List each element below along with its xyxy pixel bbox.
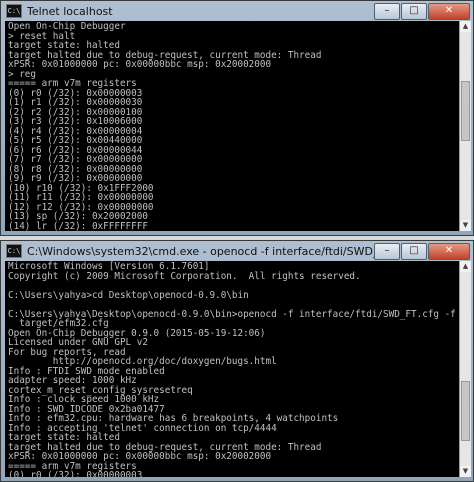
- console-line: (0) r0 (/32): 0x00000003: [8, 470, 143, 477]
- telnet-window-controls: – □ ✕: [374, 3, 470, 20]
- console-line: xPSR: 0x01000000 pc: 0x00000bbc msp: 0x2…: [8, 59, 272, 70]
- cmd-console-output[interactable]: Microsoft Windows [Version 6.1.7601] Copy…: [5, 261, 459, 477]
- cmd-window: C:\ C:\Windows\system32\cmd.exe - openoc…: [0, 240, 474, 482]
- telnet-console-output[interactable]: Open On-Chip Debugger > reset halt target …: [5, 21, 459, 231]
- cmd-titlebar[interactable]: C:\ C:\Windows\system32\cmd.exe - openoc…: [1, 241, 473, 261]
- maximize-button[interactable]: □: [401, 243, 427, 260]
- console-line: Copyright (c) 2009 Microsoft Corporation…: [8, 270, 361, 282]
- scrollbar-thumb[interactable]: [461, 81, 470, 141]
- cmd-window-title: C:\Windows\system32\cmd.exe - openocd -f…: [27, 244, 377, 258]
- close-button[interactable]: ✕: [428, 3, 470, 20]
- scroll-up-arrow-icon[interactable]: ▲: [460, 261, 471, 272]
- telnet-window-title: Telnet localhost: [27, 4, 113, 18]
- telnet-titlebar[interactable]: C:\ Telnet localhost – □ ✕: [1, 1, 473, 21]
- console-app-icon: C:\: [6, 244, 22, 258]
- minimize-button[interactable]: –: [374, 243, 400, 260]
- close-button[interactable]: ✕: [428, 243, 470, 260]
- console-line: Open On-Chip Debugger: [8, 21, 126, 32]
- maximize-button[interactable]: □: [401, 3, 427, 20]
- scroll-down-arrow-icon[interactable]: ▼: [460, 466, 471, 477]
- cmd-console-lines: Microsoft Windows [Version 6.1.7601] Copy…: [5, 261, 459, 477]
- scroll-up-arrow-icon[interactable]: ▲: [460, 21, 471, 32]
- telnet-scrollbar[interactable]: ▲ ▼: [459, 21, 471, 231]
- console-app-icon: C:\: [6, 4, 22, 18]
- scroll-down-arrow-icon[interactable]: ▼: [460, 220, 471, 231]
- telnet-console-lines: Open On-Chip Debugger > reset halt target …: [5, 21, 459, 231]
- scrollbar-thumb[interactable]: [461, 381, 470, 441]
- telnet-window: C:\ Telnet localhost – □ ✕ Open On-Chip …: [0, 0, 474, 236]
- cmd-window-controls: – □ ✕: [374, 243, 470, 260]
- console-line: C:\Users\yahya>cd Desktop\openocd-0.9.0\…: [8, 289, 249, 301]
- cmd-scrollbar[interactable]: ▲ ▼: [459, 261, 471, 477]
- minimize-button[interactable]: –: [374, 3, 400, 20]
